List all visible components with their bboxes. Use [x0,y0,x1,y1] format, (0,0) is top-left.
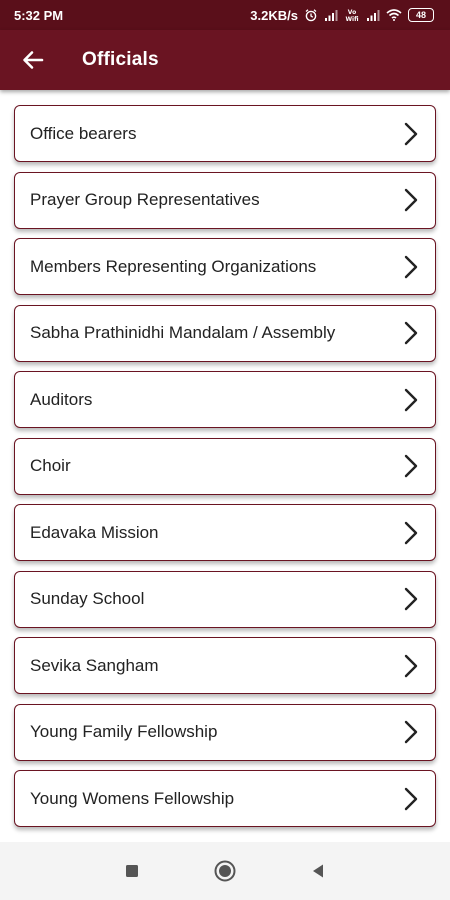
chevron-right-icon [404,787,418,810]
list-item-label: Choir [30,456,71,475]
list-item[interactable]: Edavaka Mission [14,504,436,561]
list-item[interactable]: Auditors [14,371,436,428]
list-item[interactable]: Prayer Group Representatives [14,171,436,229]
list-item[interactable]: Sunday School [14,570,436,628]
network-speed: 3.2KB/s [250,7,298,23]
list-item-label: Sabha Prathinidhi Mandalam / Assembly [30,323,336,342]
signal-icon [325,10,338,21]
chevron-right-icon [404,521,418,544]
list-item[interactable]: Young Womens Fellowship [14,770,436,827]
status-time: 5:32 PM [14,7,64,23]
list-item-label: Auditors [30,389,93,409]
system-back-button[interactable] [272,842,365,900]
chevron-right-icon [404,122,418,145]
list-item[interactable]: Members Representing Organizations [14,238,436,295]
list-item-label: Young Womens Fellowship [30,788,235,808]
chevron-right-icon [404,720,418,744]
list-item[interactable]: Sabha Prathinidhi Mandalam / Assembly [14,304,436,362]
back-button[interactable] [0,30,66,90]
phone-screen: 5:32 PM 3.2KB/s Vo Wifi 48 Officials Off… [0,0,450,900]
list-item-label: Sevika Sangham [30,655,159,675]
list-item[interactable]: Young Family Fellowship [14,703,436,761]
wifi-icon [386,9,402,21]
home-button[interactable] [179,842,272,900]
arrow-left-icon [23,51,44,69]
chevron-right-icon [404,188,418,212]
recents-button[interactable] [86,842,179,900]
back-triangle-icon [313,864,323,878]
volte-label-bottom: Wifi [345,16,358,22]
status-bar: 5:32 PM 3.2KB/s Vo Wifi 48 [0,0,450,30]
page-title: Officials [82,49,159,70]
officials-list: Office bearers Prayer Group Representativ… [0,90,450,842]
list-item-label: Members Representing Organizations [30,256,317,276]
list-item-label: Edavaka Mission [30,522,159,542]
chevron-right-icon [404,587,418,611]
volte-label-top: Vo [348,9,356,16]
list-item[interactable]: Choir [14,437,436,495]
chevron-right-icon [404,654,418,677]
status-icons: 3.2KB/s Vo Wifi 48 [250,8,434,23]
list-item[interactable]: Office bearers [14,105,436,162]
alarm-icon [305,9,317,22]
recents-square-icon [126,865,138,877]
list-item[interactable]: Sevika Sangham [14,637,436,694]
chevron-right-icon [404,255,418,278]
list-item-label: Young Family Fellowship [30,722,218,741]
list-item-label: Office bearers [30,123,137,143]
list-item-label: Prayer Group Representatives [30,190,260,209]
battery-icon: 48 [408,8,434,22]
list-item-label: Sunday School [30,589,145,608]
chevron-right-icon [404,388,418,411]
chevron-right-icon [404,454,418,478]
volte-wifi-icon: Vo Wifi [345,9,358,22]
system-nav-bar [0,842,450,900]
home-circle-icon [214,860,236,882]
signal-icon-2 [367,10,380,21]
chevron-right-icon [404,321,418,345]
app-bar: Officials [0,30,450,90]
